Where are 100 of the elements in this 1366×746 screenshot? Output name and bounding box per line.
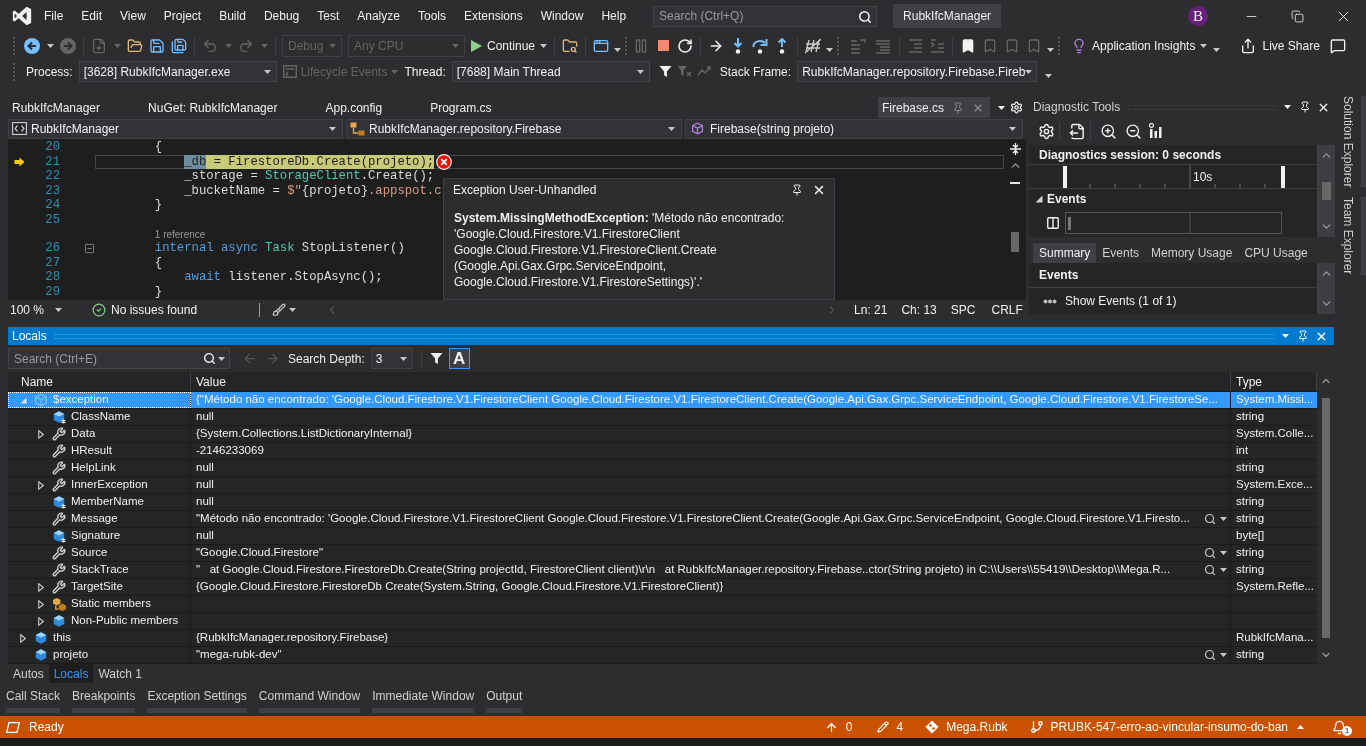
search-field[interactable]: Search (Ctrl+E) [8, 348, 230, 369]
split-arrows-icon[interactable] [1009, 143, 1021, 155]
window-icon[interactable] [593, 37, 610, 54]
diagnostics-tab[interactable]: Memory Usage [1145, 243, 1239, 263]
save-icon[interactable] [149, 37, 165, 54]
menu-item[interactable]: Help [592, 3, 636, 29]
vertical-scrollbar[interactable] [1317, 145, 1335, 237]
search-field[interactable]: Search (Ctrl+Q) [653, 5, 878, 27]
menu-item[interactable]: Test [308, 3, 349, 29]
codelens-reference[interactable]: 1 reference [154, 226, 206, 242]
open-folder-icon[interactable] [127, 37, 143, 54]
live-share-button[interactable]: Live Share [1240, 34, 1320, 57]
menu-item[interactable]: Debug [254, 3, 309, 29]
diagnostics-tab[interactable]: CPU Usage [1238, 243, 1314, 263]
menu-item[interactable]: View [111, 3, 155, 29]
project-dropdown[interactable]: RubkIfcManager [8, 118, 343, 139]
line-endings[interactable]: CRLF [991, 301, 1023, 319]
scrollbar-thumb[interactable] [1011, 232, 1019, 252]
continue-button[interactable]: Continue [468, 34, 551, 57]
table-row[interactable]: this {RubkIfcManager.repository.Firebase} RubkIfcMana... [8, 630, 1317, 647]
settings-icon[interactable] [1010, 101, 1023, 114]
search-options-caret-icon[interactable] [218, 356, 225, 361]
menu-item[interactable]: Window [531, 3, 593, 29]
brush-caret-icon[interactable] [289, 308, 297, 312]
collapsed-triangle-icon[interactable] [20, 633, 26, 643]
visualizer-caret-icon[interactable] [1220, 653, 1227, 657]
table-row[interactable]: Source "Google.Cloud.Firestore" string [8, 545, 1317, 562]
document-tab[interactable]: App.config [321, 97, 427, 118]
search-icon[interactable] [203, 352, 216, 365]
close-icon[interactable] [812, 183, 826, 197]
collapsed-triangle-icon[interactable] [38, 429, 44, 439]
document-tab[interactable]: RubkIfcManager [8, 97, 145, 118]
menu-item[interactable]: Project [154, 3, 211, 29]
document-tab[interactable]: Program.cs [426, 97, 536, 118]
diagnostics-tab[interactable]: Events [1096, 243, 1146, 263]
table-row[interactable]: Static members [8, 596, 1317, 613]
line-position[interactable]: Ln: 21 [854, 301, 888, 319]
visualizer-search-icon[interactable] [1204, 513, 1216, 525]
zoom-dropdown[interactable]: 100 % [8, 301, 66, 319]
stop-icon[interactable] [657, 40, 669, 51]
debug-window-tab[interactable]: Locals [48, 664, 94, 683]
scrollbar-thumb[interactable] [1321, 398, 1330, 638]
thread-dropdown[interactable]: [7688] Main Thread [451, 61, 650, 82]
refresh-icon[interactable] [677, 37, 694, 54]
diagnostics-tab[interactable]: Summary [1033, 243, 1097, 263]
menu-item[interactable]: Analyze [348, 3, 409, 29]
pin-icon[interactable] [791, 184, 803, 196]
filter-icon[interactable] [429, 352, 443, 365]
collapsed-triangle-icon[interactable] [38, 480, 44, 490]
table-row[interactable] [8, 392, 1317, 409]
table-row[interactable]: TargetSite {Google.Cloud.Firestore.FirestoreDb Create(System.String, Google.Cloud.Firestore.V1.FirestoreClient)} System.Refle... [8, 579, 1317, 596]
toolbar-overflow-icon[interactable] [1213, 47, 1221, 52]
process-dropdown[interactable]: [3628] RubkIfcManager.exe [78, 61, 277, 82]
side-tab[interactable]: Solution Explorer [1339, 96, 1366, 188]
stack-frame-dropdown[interactable]: RubkIfcManager.repository.Firebase.Fireb [797, 61, 1038, 82]
menu-item[interactable]: Edit [72, 3, 112, 29]
menu-item[interactable]: Tools [408, 3, 455, 29]
table-row[interactable]: projeto "mega-rubk-dev" string [8, 647, 1317, 664]
zoom-out-icon[interactable] [1125, 122, 1142, 140]
collapsed-triangle-icon[interactable] [38, 599, 44, 609]
account-avatar[interactable]: B [1188, 6, 1208, 26]
toolbar-overflow-icon[interactable] [1045, 73, 1053, 78]
show-events-link[interactable]: Show Events (1 of 1) [1065, 292, 1177, 310]
menu-item[interactable]: Extensions [455, 3, 532, 29]
curved-arrow-dot-icon[interactable] [752, 37, 769, 54]
member-dropdown[interactable]: Firebase(string projeto) [685, 118, 1023, 139]
table-row[interactable]: MemberName null string [8, 494, 1317, 511]
table-row[interactable]: HelpLink null string [8, 460, 1317, 477]
folder-search-icon[interactable] [562, 37, 579, 54]
search-depth-dropdown[interactable]: 3 [370, 348, 413, 369]
unpushed-commits-button[interactable]: 0 [824, 718, 853, 736]
table-row[interactable]: InnerException null System.Exce... [8, 477, 1317, 494]
collapsed-triangle-icon[interactable] [38, 582, 44, 592]
visualizer-caret-icon[interactable] [1220, 551, 1227, 555]
debug-window-tab[interactable]: Autos [8, 664, 49, 683]
debug-window-tab[interactable]: Watch 1 [93, 664, 147, 683]
expanded-triangle-icon[interactable] [1035, 195, 1043, 203]
columns-icon[interactable] [1046, 216, 1060, 230]
type-dropdown[interactable]: RubkIfcManager.repository.Firebase [346, 118, 682, 139]
branch-button[interactable]: PRUBK-547-erro-ao-vincular-insumo-do-ban [1029, 718, 1304, 736]
zoom-in-icon[interactable] [1100, 122, 1117, 140]
export-icon[interactable] [1069, 122, 1086, 140]
case-toggle-button[interactable]: A [448, 348, 470, 369]
settings-icon[interactable] [1038, 122, 1055, 140]
document-tab[interactable]: NuGet: RubkIfcManager [144, 97, 322, 118]
speech-bubble-icon[interactable] [1330, 37, 1346, 54]
hatched-lines-icon[interactable] [805, 37, 822, 54]
save-all-icon[interactable] [171, 37, 187, 54]
code-editor[interactable] [8, 139, 1026, 300]
arrow-left-circle-icon[interactable] [24, 37, 40, 54]
brush-icon[interactable] [272, 303, 287, 317]
app-logo-icon[interactable] [12, 6, 32, 26]
square-minus-icon[interactable] [84, 242, 95, 254]
menu-item[interactable]: File [35, 3, 73, 29]
scrollbar-thumb[interactable] [1321, 182, 1331, 200]
vertical-scrollbar[interactable] [1317, 263, 1335, 314]
menu-item[interactable]: Build [210, 3, 255, 29]
arrow-down-dot-icon[interactable] [732, 37, 745, 54]
table-row[interactable]: HResult -2146233069 int [8, 443, 1317, 460]
table-row[interactable] [8, 511, 1317, 528]
